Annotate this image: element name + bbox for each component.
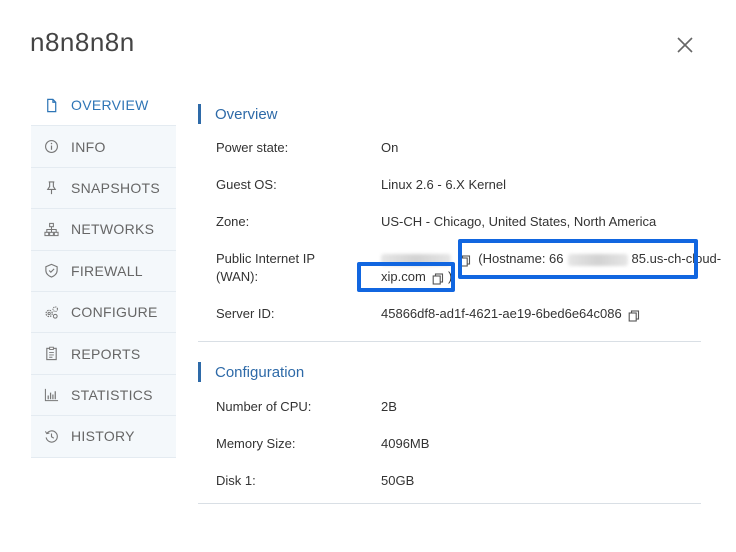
sidebar-item-overview[interactable]: OVERVIEW: [31, 85, 176, 127]
server-id-value: 45866df8-ad1f-4621-ae19-6bed6e64c086: [381, 305, 640, 323]
sidebar-item-label: OVERVIEW: [71, 97, 149, 114]
sidebar-item-label: REPORTS: [71, 345, 141, 362]
zone-value: US-CH - Chicago, United States, North Am…: [381, 214, 657, 229]
guest-os-label: Guest OS:: [216, 177, 277, 192]
configuration-section-header: Configuration: [198, 361, 304, 383]
sidebar-item-label: FIREWALL: [71, 262, 143, 279]
sidebar-item-label: STATISTICS: [71, 386, 153, 403]
power-state-label: Power state:: [216, 140, 289, 155]
overview-section-title: Overview: [215, 105, 278, 123]
section-divider: [198, 503, 701, 504]
network-icon: [31, 222, 71, 237]
sidebar-item-label: HISTORY: [71, 428, 135, 445]
public-ip-label: Public Internet IP (WAN):: [216, 250, 315, 286]
sidebar-item-label: INFO: [71, 138, 106, 155]
sidebar-item-snapshots[interactable]: SNAPSHOTS: [31, 167, 176, 210]
configuration-section-title: Configuration: [215, 363, 305, 381]
cpu-label: Number of CPU:: [216, 399, 312, 414]
hostname-highlight-box: [458, 239, 698, 279]
sidebar-nav: OVERVIEW INFO SNAPSHOTS NETWORKS FIREWAL…: [31, 85, 176, 458]
disk-label: Disk 1:: [216, 473, 256, 488]
overview-section-header: Overview: [198, 103, 278, 125]
sidebar-item-statistics[interactable]: STATISTICS: [31, 374, 176, 417]
bar-chart-icon: [31, 387, 71, 402]
history-icon: [31, 429, 71, 444]
sidebar-item-label: SNAPSHOTS: [71, 179, 161, 196]
guest-os-value: Linux 2.6 - 6.X Kernel: [381, 177, 507, 192]
disk-value: 50GB: [381, 473, 415, 488]
copy-icon[interactable]: [628, 309, 640, 322]
gears-icon: [31, 305, 71, 320]
sidebar-item-configure[interactable]: CONFIGURE: [31, 291, 176, 334]
pin-icon: [31, 180, 71, 195]
server-id-label: Server ID:: [216, 306, 275, 321]
hostname-highlight-box: [357, 262, 455, 292]
page-title: n8n8n8n: [30, 27, 135, 57]
zone-label: Zone:: [216, 214, 250, 229]
document-icon: [31, 98, 71, 113]
sidebar-item-history[interactable]: HISTORY: [31, 416, 176, 458]
clipboard-icon: [31, 346, 71, 361]
public-ip-label-line2: (WAN):: [216, 269, 259, 284]
power-state-value: On: [381, 140, 399, 155]
sidebar-item-reports[interactable]: REPORTS: [31, 333, 176, 375]
public-ip-label-line1: Public Internet IP: [216, 251, 315, 266]
sidebar-item-label: NETWORKS: [71, 221, 155, 238]
sidebar-item-info[interactable]: INFO: [31, 126, 176, 168]
close-icon[interactable]: [674, 34, 696, 56]
section-accent-bar: [198, 362, 201, 382]
cpu-value: 2B: [381, 399, 397, 414]
sidebar-item-label: CONFIGURE: [71, 304, 158, 321]
section-accent-bar: [198, 104, 201, 124]
shield-icon: [31, 263, 71, 278]
memory-value: 4096MB: [381, 436, 430, 451]
sidebar-item-firewall[interactable]: FIREWALL: [31, 250, 176, 292]
info-icon: [31, 139, 71, 154]
server-id-text: 45866df8-ad1f-4621-ae19-6bed6e64c086: [381, 306, 622, 321]
section-divider: [198, 341, 701, 342]
sidebar-item-networks[interactable]: NETWORKS: [31, 209, 176, 251]
memory-label: Memory Size:: [216, 436, 296, 451]
